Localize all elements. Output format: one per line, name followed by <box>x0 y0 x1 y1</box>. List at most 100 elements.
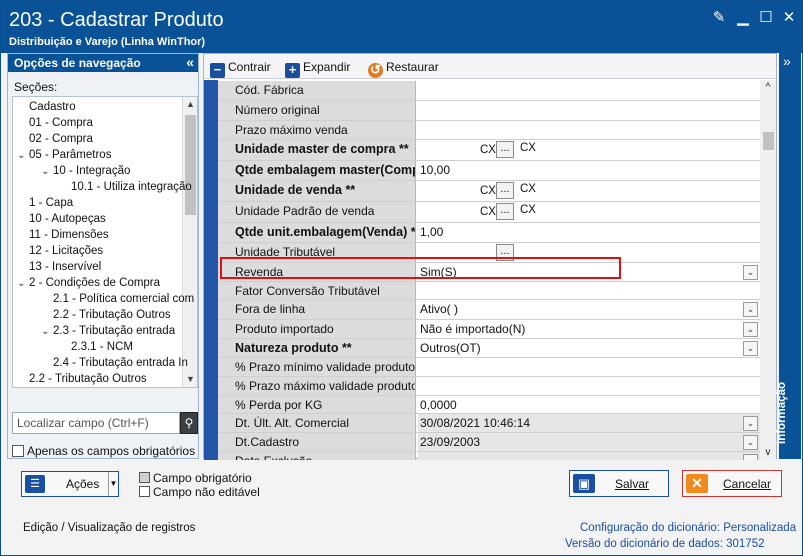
scroll-down-icon[interactable]: v <box>760 447 776 458</box>
scroll-up-icon[interactable]: ▲ <box>183 97 197 112</box>
chevron-down-icon[interactable]: ⌄ <box>41 164 53 180</box>
tree-item[interactable]: ⌄ 2 - Condições de Compra <box>17 275 160 291</box>
chevron-down-icon[interactable]: ⌄ <box>743 435 758 450</box>
ellipsis-button[interactable]: ... <box>496 203 514 220</box>
scroll-up-icon[interactable]: ^ <box>760 82 776 93</box>
chevron-down-icon[interactable]: ⌄ <box>17 148 29 164</box>
tree-item[interactable]: 10 - Autopeças <box>29 211 106 227</box>
tree-item[interactable]: ⌄ 2.3 - Tributação entrada <box>41 323 175 339</box>
field-row[interactable]: Fator Conversão Tributável <box>218 282 760 300</box>
scroll-down-icon[interactable]: ▼ <box>183 372 197 387</box>
field-value[interactable] <box>418 81 760 100</box>
field-row[interactable]: Unidade Padrão de venda CX... CX <box>218 202 760 223</box>
field-row[interactable]: Número original <box>218 101 760 121</box>
chevron-down-icon[interactable]: ⌄ <box>17 276 29 292</box>
actions-button[interactable]: ☰ Ações ▼ <box>21 471 119 497</box>
expand-button[interactable]: + Expandir <box>285 58 350 78</box>
field-row[interactable]: % Perda por KG 0,0000 <box>218 396 760 414</box>
field-row[interactable]: Natureza produto ** Outros(OT) ⌄ <box>218 339 760 358</box>
chevron-down-icon[interactable]: ⌄ <box>743 341 758 356</box>
tree-item[interactable]: Cadastro <box>29 99 76 115</box>
field-row[interactable]: Produto importado Não é importado(N) ⌄ <box>218 320 760 339</box>
search-icon[interactable]: ⚲ <box>180 412 198 434</box>
field-row[interactable]: % Prazo mínimo validade produto <box>218 358 760 377</box>
chevron-down-icon[interactable]: ⌄ <box>743 454 758 460</box>
field-value[interactable]: ⌄ <box>418 452 760 460</box>
ellipsis-button[interactable]: ... <box>496 141 514 158</box>
tree-item[interactable]: 10.1 - Utiliza integração <box>71 179 192 195</box>
tree-item[interactable]: 12 - Licitações <box>29 243 103 259</box>
only-required-checkbox[interactable]: Apenas os campos obrigatórios <box>12 444 195 458</box>
chevron-down-icon[interactable]: ⌄ <box>743 265 758 280</box>
legend-readonly-label: Campo não editável <box>153 485 260 499</box>
field-row[interactable]: Data Exclusão ⌄ <box>218 452 760 460</box>
contract-button[interactable]: − Contrair <box>210 58 271 78</box>
field-row[interactable]: Prazo máximo venda <box>218 121 760 140</box>
field-value[interactable] <box>418 282 760 299</box>
field-value[interactable]: 23/09/2003 ⌄ <box>418 433 760 451</box>
unit-description: CX <box>520 204 536 216</box>
field-row[interactable]: Qtde embalagem master(Comp 10,00 <box>218 161 760 181</box>
tree-item[interactable]: ⌄ 05 - Parâmetros <box>17 147 111 163</box>
close-icon[interactable]: ✕ <box>781 10 797 26</box>
chevron-down-icon[interactable]: ⌄ <box>743 322 758 337</box>
cancel-button[interactable]: ✕ Cancelar <box>682 470 782 497</box>
required-swatch <box>139 472 150 483</box>
collapse-left-icon[interactable]: « <box>186 54 194 70</box>
field-row[interactable]: Cód. Fábrica <box>218 81 760 101</box>
info-panel[interactable]: » Informação <box>776 53 801 459</box>
tree-item[interactable]: 2.3.1 - NCM <box>71 339 133 355</box>
field-label: Dt.Cadastro <box>218 433 416 451</box>
field-value[interactable] <box>418 121 760 139</box>
tree-item[interactable]: 02 - Compra <box>29 131 93 147</box>
edit-window-icon[interactable]: ✎ <box>711 10 727 26</box>
tree-item[interactable]: 2.1 - Política comercial com <box>53 291 194 307</box>
grid-scrollbar[interactable]: ^ v <box>760 80 776 460</box>
tree-item[interactable]: 11 - Dimensões <box>29 227 109 243</box>
field-value[interactable]: 1,00 <box>418 223 760 242</box>
field-row[interactable]: % Prazo máximo validade produto <box>218 377 760 396</box>
field-value[interactable]: Não é importado(N) ⌄ <box>418 320 760 338</box>
tree-item[interactable]: 1 - Capa <box>29 195 73 211</box>
field-value[interactable]: CX... CX <box>418 140 760 160</box>
field-value[interactable]: Ativo( ) ⌄ <box>418 300 760 319</box>
field-value[interactable]: CX... CX <box>418 202 760 222</box>
scrollbar-thumb[interactable] <box>763 132 774 150</box>
tree-item[interactable]: 01 - Compra <box>29 115 93 131</box>
field-row[interactable]: Qtde unit.embalagem(Venda) * 1,00 <box>218 223 760 243</box>
minimize-icon[interactable]: ▁ <box>735 10 751 26</box>
chevron-down-icon[interactable]: ⌄ <box>41 324 53 340</box>
field-value[interactable]: 10,00 <box>418 161 760 180</box>
chevron-down-icon[interactable]: ⌄ <box>743 416 758 431</box>
field-value[interactable]: 30/08/2021 10:46:14 ⌄ <box>418 414 760 432</box>
field-value[interactable] <box>418 101 760 120</box>
tree-item[interactable]: 2.4 - Tributação entrada In <box>53 355 188 371</box>
field-row[interactable]: Unidade de venda ** CX... CX <box>218 181 760 202</box>
maximize-icon[interactable]: ☐ <box>758 10 774 26</box>
tree-item[interactable]: 2.2 - Tributação Outros <box>29 371 147 387</box>
field-value[interactable] <box>418 358 760 376</box>
field-value[interactable]: CX... CX <box>418 181 760 201</box>
tree-item[interactable]: 13 - Inservível <box>29 259 101 275</box>
restore-button[interactable]: ↺ Restaurar <box>368 58 439 78</box>
field-value[interactable] <box>418 377 760 395</box>
tree-item[interactable]: ⌄ 10 - Integração <box>41 163 130 179</box>
field-value[interactable]: Outros(OT) ⌄ <box>418 339 760 357</box>
field-row[interactable]: Unidade master de compra ** CX... CX <box>218 140 760 161</box>
ellipsis-button[interactable]: ... <box>496 182 514 199</box>
field-row[interactable]: Dt. Últ. Alt. Comercial 30/08/2021 10:46:… <box>218 414 760 433</box>
field-row[interactable]: Fora de linha Ativo( ) ⌄ <box>218 300 760 320</box>
chevron-down-icon[interactable]: ▼ <box>108 472 118 496</box>
save-button[interactable]: ▣ Salvar <box>569 470 669 497</box>
restore-icon: ↺ <box>368 63 383 78</box>
scrollbar-thumb[interactable] <box>185 115 196 215</box>
tree-item[interactable]: 2.2 - Tributação Outros <box>53 307 171 323</box>
sections-tree[interactable]: ▲ ▼ Cadastro 01 - Compra 02 - Compra ⌄ 05 - … <box>12 96 198 388</box>
field-row[interactable]: Dt.Cadastro 23/09/2003 ⌄ <box>218 433 760 452</box>
collapse-right-icon[interactable]: » <box>783 53 791 69</box>
tree-scrollbar[interactable]: ▲ ▼ <box>182 97 197 387</box>
search-field-input[interactable]: Localizar campo (Ctrl+F) <box>12 412 180 434</box>
checkbox-box[interactable] <box>12 445 24 457</box>
field-value[interactable]: 0,0000 <box>418 396 760 413</box>
chevron-down-icon[interactable]: ⌄ <box>743 302 758 317</box>
